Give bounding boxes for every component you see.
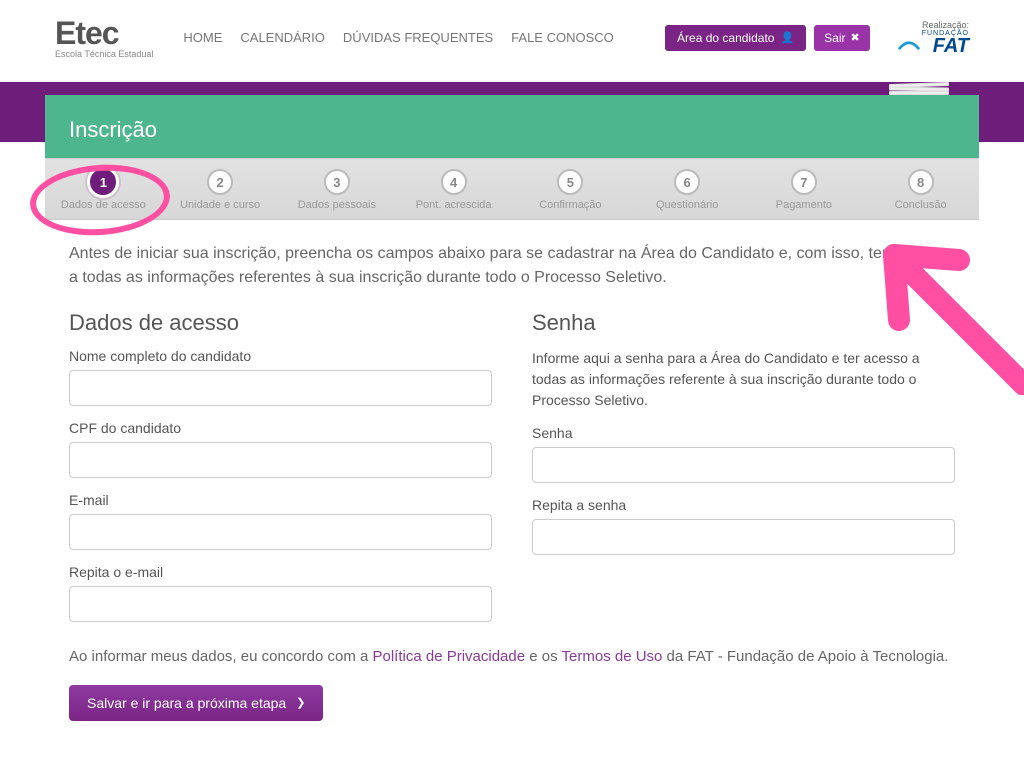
step-3[interactable]: 3 Dados pessoais bbox=[279, 159, 396, 219]
step-2[interactable]: 2 Unidade e curso bbox=[162, 159, 279, 219]
step-7-label: Pagamento bbox=[746, 199, 863, 211]
step-8-number: 8 bbox=[908, 169, 934, 195]
nome-label: Nome completo do candidato bbox=[69, 348, 492, 364]
email-input[interactable] bbox=[69, 514, 492, 550]
consent-post: da FAT - Fundação de Apoio à Tecnologia. bbox=[662, 648, 948, 665]
step-1[interactable]: 1 Dados de acesso bbox=[45, 159, 162, 219]
step-7-number: 7 bbox=[791, 169, 817, 195]
chevron-right-icon: ❯ bbox=[296, 696, 305, 709]
email2-label: Repita o e-mail bbox=[69, 564, 492, 580]
step-6-label: Questionário bbox=[629, 199, 746, 211]
step-4-label: Pont. acrescida bbox=[395, 199, 512, 211]
nav-home[interactable]: HOME bbox=[183, 30, 222, 45]
top-bar: Etec Escola Técnica Estadual HOME CALEND… bbox=[0, 0, 1024, 70]
inscricao-card: Inscrição 1 Dados de acesso 2 Unidade e … bbox=[45, 95, 979, 736]
cpf-input[interactable] bbox=[69, 442, 492, 478]
step-2-number: 2 bbox=[207, 169, 233, 195]
step-1-number: 1 bbox=[90, 169, 116, 195]
senha2-label: Repita a senha bbox=[532, 497, 955, 513]
step-5[interactable]: 5 Confirmação bbox=[512, 159, 629, 219]
step-6[interactable]: 6 Questionário bbox=[629, 159, 746, 219]
email-label: E-mail bbox=[69, 492, 492, 508]
top-right: Área do candidato 👤 Sair ✖ Realização: F… bbox=[665, 20, 969, 55]
step-1-label: Dados de acesso bbox=[45, 199, 162, 211]
privacy-link[interactable]: Política de Privacidade bbox=[373, 648, 526, 665]
nav-fale-conosco[interactable]: FALE CONOSCO bbox=[511, 30, 614, 45]
senha2-input[interactable] bbox=[532, 519, 955, 555]
nav-duvidas[interactable]: DÚVIDAS FREQUENTES bbox=[343, 30, 493, 45]
senha-label: Senha bbox=[532, 425, 955, 441]
consent-text: Ao informar meus dados, eu concordo com … bbox=[69, 646, 955, 669]
logo[interactable]: Etec Escola Técnica Estadual bbox=[55, 17, 153, 59]
consent-mid: e os bbox=[525, 648, 561, 665]
senha-title: Senha bbox=[532, 310, 955, 336]
step-5-number: 5 bbox=[557, 169, 583, 195]
step-5-label: Confirmação bbox=[512, 199, 629, 211]
step-8[interactable]: 8 Conclusão bbox=[862, 159, 979, 219]
step-8-label: Conclusão bbox=[862, 199, 979, 211]
close-icon: ✖ bbox=[851, 31, 860, 44]
step-4[interactable]: 4 Pont. acrescida bbox=[395, 159, 512, 219]
step-4-number: 4 bbox=[441, 169, 467, 195]
area-candidato-label: Área do candidato bbox=[677, 31, 774, 45]
nome-input[interactable] bbox=[69, 370, 492, 406]
senha-desc: Informe aqui a senha para a Área do Cand… bbox=[532, 348, 955, 411]
content: Antes de iniciar sua inscrição, preencha… bbox=[45, 220, 979, 736]
step-7[interactable]: 7 Pagamento bbox=[746, 159, 863, 219]
step-6-number: 6 bbox=[674, 169, 700, 195]
intro-text: Antes de iniciar sua inscrição, preencha… bbox=[69, 242, 955, 290]
fat-logo: FAT bbox=[922, 37, 969, 55]
step-bar: 1 Dados de acesso 2 Unidade e curso 3 Da… bbox=[45, 158, 979, 220]
area-candidato-button[interactable]: Área do candidato 👤 bbox=[665, 25, 806, 51]
next-step-button[interactable]: Salvar e ir para a próxima etapa ❯ bbox=[69, 685, 323, 721]
step-3-number: 3 bbox=[324, 169, 350, 195]
fat-swoosh-icon bbox=[898, 38, 920, 48]
sair-button[interactable]: Sair ✖ bbox=[814, 25, 870, 51]
cpf-label: CPF do candidato bbox=[69, 420, 492, 436]
senha-input[interactable] bbox=[532, 447, 955, 483]
realizacao: Realização: FUNDAÇÃO FAT bbox=[898, 20, 969, 55]
user-icon: 👤 bbox=[780, 31, 794, 44]
step-3-label: Dados pessoais bbox=[279, 199, 396, 211]
consent-pre: Ao informar meus dados, eu concordo com … bbox=[69, 648, 373, 665]
nav-calendario[interactable]: CALENDÁRIO bbox=[240, 30, 325, 45]
card-title: Inscrição bbox=[45, 95, 979, 158]
left-column: Dados de acesso Nome completo do candida… bbox=[69, 310, 492, 636]
realizacao-label: Realização: bbox=[898, 20, 969, 30]
right-column: Senha Informe aqui a senha para a Área d… bbox=[532, 310, 955, 636]
email2-input[interactable] bbox=[69, 586, 492, 622]
step-2-label: Unidade e curso bbox=[162, 199, 279, 211]
sair-label: Sair bbox=[824, 31, 845, 45]
dados-acesso-title: Dados de acesso bbox=[69, 310, 492, 336]
logo-main: Etec bbox=[55, 17, 153, 49]
logo-subtitle: Escola Técnica Estadual bbox=[55, 49, 153, 59]
next-step-label: Salvar e ir para a próxima etapa bbox=[87, 695, 286, 711]
main-nav: HOME CALENDÁRIO DÚVIDAS FREQUENTES FALE … bbox=[183, 30, 613, 45]
terms-link[interactable]: Termos de Uso bbox=[562, 648, 663, 665]
